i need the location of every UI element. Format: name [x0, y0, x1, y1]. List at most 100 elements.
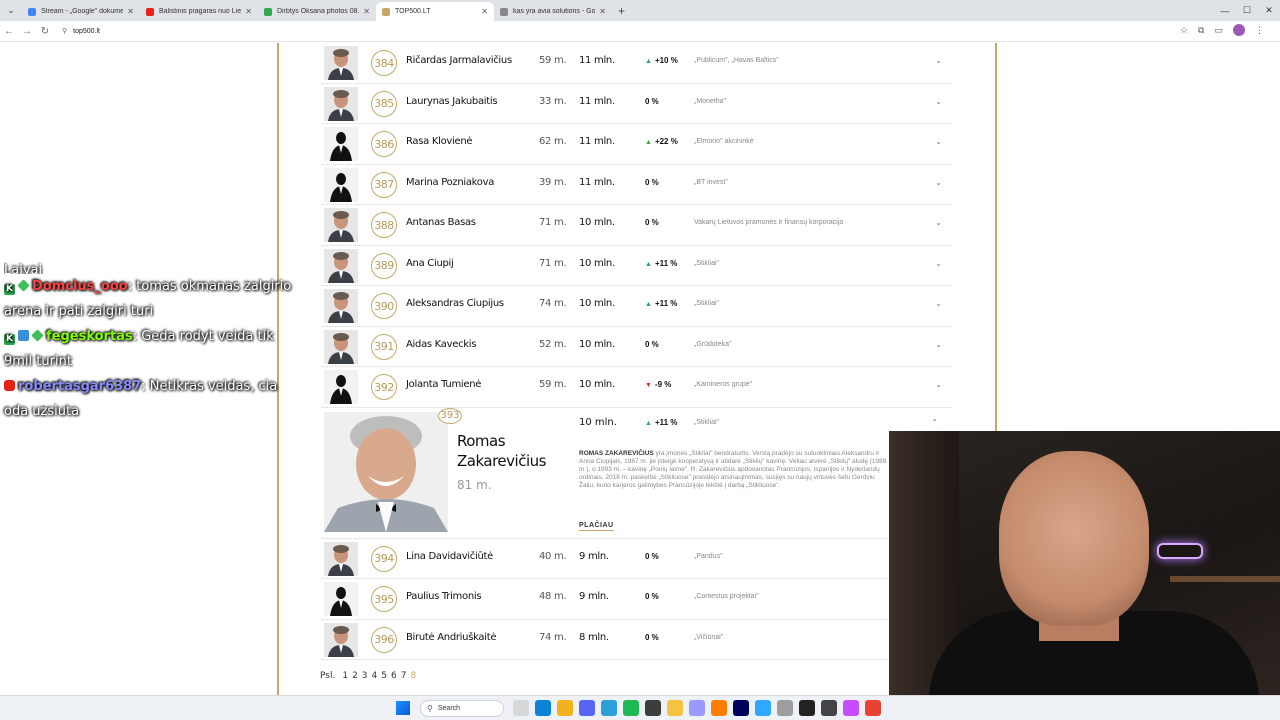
close-window-icon[interactable]: ✕ [1258, 5, 1280, 16]
calculator-icon[interactable] [777, 700, 793, 716]
table-row[interactable]: 392 Jolanta Tumienė 59 m. 10 mln. ▼ -9 % „Kami… [322, 367, 952, 408]
page-link[interactable]: 6 [391, 671, 397, 681]
expand-chevron-icon[interactable]: ⌄ [935, 56, 942, 65]
person-name[interactable]: Birutė Andriuškaitė [406, 632, 497, 643]
app3-icon[interactable] [865, 700, 881, 716]
tab-search-icon[interactable]: ⌄ [0, 0, 22, 21]
table-row[interactable]: 387 Marina Pozniakova 39 m. 11 mln. 0 % „BT i… [322, 165, 952, 205]
person-name[interactable]: Jolanta Tumienė [406, 379, 481, 390]
illustrator-icon[interactable] [711, 700, 727, 716]
browser-tab[interactable]: Stream - „Google" dokumentai✕ [22, 2, 140, 21]
person-name[interactable]: Rasa Klovienė [406, 136, 473, 147]
tab-close-icon[interactable]: ✕ [481, 7, 488, 16]
site-info-icon[interactable]: ⚲ [62, 27, 67, 35]
tab-close-icon[interactable]: ✕ [127, 7, 134, 16]
menu-icon[interactable]: ⋮ [1255, 25, 1264, 36]
table-row[interactable]: 391 Aidas Kaveckis 52 m. 10 mln. 0 % „Grūdote… [322, 327, 952, 367]
table-row[interactable]: 396 Birutė Andriuškaitė 74 m. 8 mln. 0 % „Vič… [322, 620, 952, 660]
person-name[interactable]: Ana Ciupij [406, 258, 454, 269]
capcut-icon[interactable] [799, 700, 815, 716]
telegram-icon[interactable] [601, 700, 617, 716]
table-row[interactable]: 390 Aleksandras Ciupijus 74 m. 10 mln. ▲ +11 … [322, 286, 952, 327]
discord-icon[interactable] [579, 700, 595, 716]
person-company: „Stikliai" [694, 300, 720, 307]
page-link[interactable]: 8 [410, 671, 416, 681]
bookmark-star-icon[interactable]: ☆ [1180, 25, 1188, 36]
tab-close-icon[interactable]: ✕ [363, 7, 370, 16]
person-name[interactable]: Ričardas Jarmalavičius [406, 55, 512, 66]
expand-chevron-icon[interactable]: ⌄ [935, 137, 942, 146]
edge-icon[interactable] [535, 700, 551, 716]
browser-tab[interactable]: kas yra avia solutions - Google✕ [494, 2, 612, 21]
back-icon[interactable]: ← [0, 26, 18, 37]
chrome-icon[interactable] [557, 700, 573, 716]
app-icon[interactable] [821, 700, 837, 716]
change-value: 0 % [645, 218, 659, 227]
page-link[interactable]: 5 [381, 671, 387, 681]
start-icon[interactable] [396, 701, 410, 715]
app2-icon[interactable] [843, 700, 859, 716]
extensions-icon[interactable]: ⧉ [1198, 25, 1204, 36]
person-age: 39 m. [539, 176, 567, 188]
change-value: +11 % [654, 258, 678, 268]
change-value: 0 % [645, 592, 659, 601]
file-explorer-icon[interactable] [667, 700, 683, 716]
forward-icon[interactable]: → [18, 26, 36, 37]
person-company: „Publicum", „Havas Baltics" [694, 57, 779, 64]
profile-avatar[interactable] [1233, 24, 1245, 36]
tab-favicon-icon [382, 7, 390, 16]
page-link[interactable]: 1 [342, 671, 348, 681]
table-row[interactable]: 388 Antanas Basas 71 m. 10 mln. 0 % Vakarų Li… [322, 205, 952, 246]
table-row[interactable]: 385 Laurynas Jakubaitis 33 m. 11 mln. 0 % „Mo… [322, 84, 952, 124]
page-link[interactable]: 4 [372, 671, 378, 681]
page-link[interactable]: 3 [362, 671, 368, 681]
person-name[interactable]: Marina Pozniakova [406, 177, 494, 188]
wealth-change: ▲ +10 % [645, 56, 678, 65]
wealth-change: 0 % [645, 340, 659, 349]
table-row[interactable]: 395 Paulius Trimonis 48 m. 9 mln. 0 % „Contes… [322, 579, 952, 620]
browser-tab[interactable]: Dirbtys Oksana photos 08.07 ✕ [258, 2, 376, 21]
table-row[interactable]: 384 Ričardas Jarmalavičius 59 m. 11 mln. ▲ +1… [322, 43, 952, 84]
maximize-icon[interactable]: ☐ [1236, 5, 1258, 16]
person-name[interactable]: Antanas Basas [406, 217, 476, 228]
expand-chevron-icon[interactable]: ⌄ [935, 380, 942, 389]
expand-chevron-icon[interactable]: ⌄ [935, 178, 942, 187]
sidebar-icon[interactable]: ▭ [1214, 25, 1223, 36]
person-name[interactable]: Aleksandras Ciupijus [406, 298, 504, 309]
browser-tab[interactable]: Balistinis pragaras nuo Lietuvo✕ [140, 2, 258, 21]
table-row[interactable]: 394 Lina Davidavičiūtė 40 m. 9 mln. 0 % „Pand… [322, 539, 952, 579]
expand-chevron-icon[interactable]: ⌄ [935, 218, 942, 227]
page-link[interactable]: 7 [401, 671, 407, 681]
new-tab-icon[interactable]: + [618, 4, 625, 18]
page-link[interactable]: 2 [352, 671, 358, 681]
after-effects-icon[interactable] [733, 700, 749, 716]
more-link[interactable]: PLAČIAU [579, 522, 614, 531]
person-company: „BT invest" [694, 178, 728, 186]
photoshop-icon[interactable] [755, 700, 771, 716]
reload-icon[interactable]: ↻ [36, 26, 54, 37]
person-name[interactable]: Lina Davidavičiūtė [406, 551, 493, 562]
tab-close-icon[interactable]: ✕ [599, 7, 606, 16]
profile-wealth: 10 mln. [579, 416, 617, 428]
person-name[interactable]: Paulius Trimonis [406, 591, 482, 602]
person-name[interactable]: Aidas Kaveckis [406, 339, 476, 350]
expand-chevron-icon[interactable]: ⌄ [935, 259, 942, 268]
taskbar-search[interactable]: ⚲ Search [420, 699, 504, 717]
tab-close-icon[interactable]: ✕ [245, 7, 252, 16]
task-view-icon[interactable] [513, 700, 529, 716]
spotify-icon[interactable] [623, 700, 639, 716]
table-row[interactable]: 389 Ana Ciupij 71 m. 10 mln. ▲ +11 % „Stikliai… [322, 246, 952, 286]
collapse-chevron-icon[interactable]: ⌃ [931, 418, 938, 427]
obs-icon[interactable] [645, 700, 661, 716]
tab-favicon-icon [146, 7, 154, 16]
expand-chevron-icon[interactable]: ⌄ [935, 97, 942, 106]
expand-chevron-icon[interactable]: ⌄ [935, 299, 942, 308]
premiere-icon[interactable] [689, 700, 705, 716]
browser-tab[interactable]: TOP500.LT ✕ [376, 2, 494, 21]
table-row[interactable]: 386 Rasa Klovienė 62 m. 11 mln. ▲ +22 % „Elmor… [322, 124, 952, 165]
minimize-icon[interactable]: — [1214, 6, 1236, 16]
rank-badge: 394 [371, 545, 397, 572]
expand-chevron-icon[interactable]: ⌄ [935, 340, 942, 349]
url-field[interactable]: ⚲ top500.lt [62, 27, 100, 36]
person-name[interactable]: Laurynas Jakubaitis [406, 96, 498, 107]
